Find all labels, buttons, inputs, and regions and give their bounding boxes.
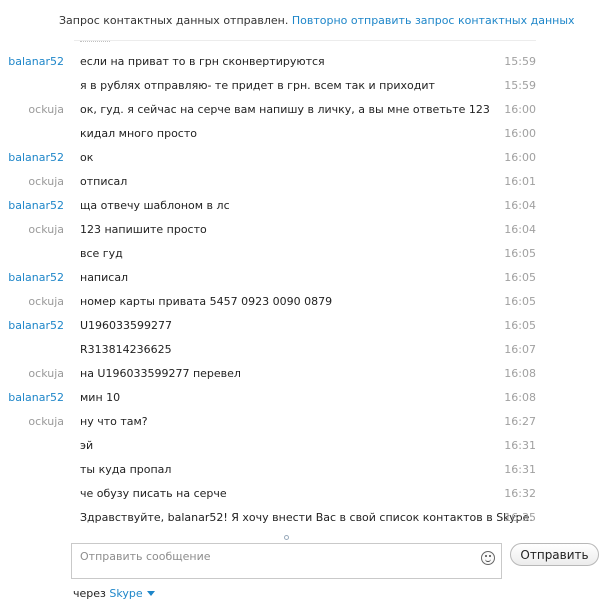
message-timestamp: 16:04 (504, 199, 536, 212)
message-timestamp: 16:07 (504, 343, 536, 356)
message-text: отписал (80, 175, 128, 188)
message-row: balanar52 U196033599277 16:05 (0, 314, 605, 338)
contact-request-banner: Запрос контактных данных отправлен. Повт… (0, 0, 605, 40)
send-button[interactable]: Отправить (510, 543, 599, 566)
message-sender[interactable]: ockuja (28, 295, 64, 308)
message-text: кидал много просто (80, 127, 197, 140)
message-text: номер карты привата 5457 0923 0090 0879 (80, 295, 333, 308)
message-timestamp: 16:31 (504, 463, 536, 476)
message-row: кидал много просто 16:00 (0, 122, 605, 146)
message-timestamp: 16:32 (504, 487, 536, 500)
message-timestamp: 15:59 (504, 55, 536, 68)
message-sender[interactable]: ockuja (28, 415, 64, 428)
message-row: я в рублях отправляю- те придет в грн. в… (0, 74, 605, 98)
composer-resize-handle[interactable] (284, 535, 289, 540)
message-timestamp: 16:08 (504, 367, 536, 380)
message-text: если на приват то в грн сконвертируются (80, 55, 325, 68)
message-row: ockuja отписал 16:01 (0, 170, 605, 194)
message-timestamp: 16:00 (504, 151, 536, 164)
message-timestamp: 15:59 (504, 79, 536, 92)
network-label: Skype (109, 587, 143, 600)
message-row: balanar52 ща отвечу шаблоном в лс 16:04 (0, 194, 605, 218)
message-row: balanar52 если на приват то в грн сконвер… (0, 50, 605, 74)
message-row: balanar52 написал 16:05 (0, 266, 605, 290)
message-timestamp: 16:35 (504, 511, 536, 524)
message-sender[interactable]: balanar52 (8, 55, 64, 68)
message-row: ockuja 123 напишите просто 16:04 (0, 218, 605, 242)
message-sender[interactable]: ockuja (28, 223, 64, 236)
message-row: balanar52 ок 16:00 (0, 146, 605, 170)
message-sender[interactable]: balanar52 (8, 271, 64, 284)
message-row: че обузу писать на серче 16:32 (0, 482, 605, 506)
message-text: ну что там? (80, 415, 148, 428)
message-text: че обузу писать на серче (80, 487, 227, 500)
message-row: R313814236625 16:07 (0, 338, 605, 362)
message-text: ты куда пропал (80, 463, 172, 476)
message-row: все гуд 16:05 (0, 242, 605, 266)
message-row: ты куда пропал 16:31 (0, 458, 605, 482)
resend-request-link[interactable]: Повторно отправить запрос контактных дан… (292, 14, 575, 27)
message-row: ockuja ок, гуд. я сейчас на серче вам нап… (0, 98, 605, 122)
message-text: R313814236625 (80, 343, 172, 356)
message-row: эй 16:31 (0, 434, 605, 458)
chat-history[interactable]: balanar52 если на приват то в грн сконвер… (0, 41, 605, 539)
message-row: ockuja на U196033599277 перевел 16:08 (0, 362, 605, 386)
message-text: U196033599277 (80, 319, 173, 332)
clipped-message-fragment (80, 41, 110, 44)
message-text: 123 напишите просто (80, 223, 207, 236)
message-text: Здравствуйте, balanar52! Я хочу внести В… (80, 511, 533, 524)
message-sender[interactable]: balanar52 (8, 391, 64, 404)
message-timestamp: 16:08 (504, 391, 536, 404)
message-timestamp: 16:00 (504, 103, 536, 116)
contact-request-status: Запрос контактных данных отправлен. Повт… (59, 14, 575, 27)
network-selector[interactable]: Skype (109, 587, 155, 600)
message-composer[interactable] (71, 543, 502, 579)
message-text: написал (80, 271, 129, 284)
status-text: Запрос контактных данных отправлен. (59, 14, 289, 27)
message-sender[interactable]: ockuja (28, 367, 64, 380)
via-label: через (73, 587, 106, 600)
message-text: ок (80, 151, 94, 164)
message-text: все гуд (80, 247, 123, 260)
message-input[interactable] (80, 548, 475, 564)
message-timestamp: 16:05 (504, 319, 536, 332)
message-row: Здравствуйте, balanar52! Я хочу внести В… (0, 506, 605, 530)
message-timestamp: 16:05 (504, 271, 536, 284)
message-sender[interactable]: ockuja (28, 175, 64, 188)
message-timestamp: 16:05 (504, 247, 536, 260)
message-timestamp: 16:05 (504, 295, 536, 308)
smiley-icon[interactable] (481, 551, 495, 565)
message-timestamp: 16:04 (504, 223, 536, 236)
message-timestamp: 16:01 (504, 175, 536, 188)
message-text: эй (80, 439, 94, 452)
message-timestamp: 16:27 (504, 415, 536, 428)
message-sender[interactable]: ockuja (28, 103, 64, 116)
message-sender[interactable]: balanar52 (8, 199, 64, 212)
send-via: через Skype (73, 587, 155, 600)
message-timestamp: 16:31 (504, 439, 536, 452)
message-text: я в рублях отправляю- те придет в грн. в… (80, 79, 435, 92)
message-row: balanar52 мин 10 16:08 (0, 386, 605, 410)
message-text: на U196033599277 перевел (80, 367, 241, 380)
message-row: ockuja номер карты привата 5457 0923 0090… (0, 290, 605, 314)
message-sender[interactable]: balanar52 (8, 319, 64, 332)
message-text: мин 10 (80, 391, 121, 404)
message-sender[interactable]: balanar52 (8, 151, 64, 164)
caret-down-icon (146, 591, 155, 596)
message-timestamp: 16:00 (504, 127, 536, 140)
message-row: ockuja ну что там? 16:27 (0, 410, 605, 434)
message-text: ща отвечу шаблоном в лс (80, 199, 230, 212)
message-text: ок, гуд. я сейчас на серче вам напишу в … (80, 103, 490, 116)
